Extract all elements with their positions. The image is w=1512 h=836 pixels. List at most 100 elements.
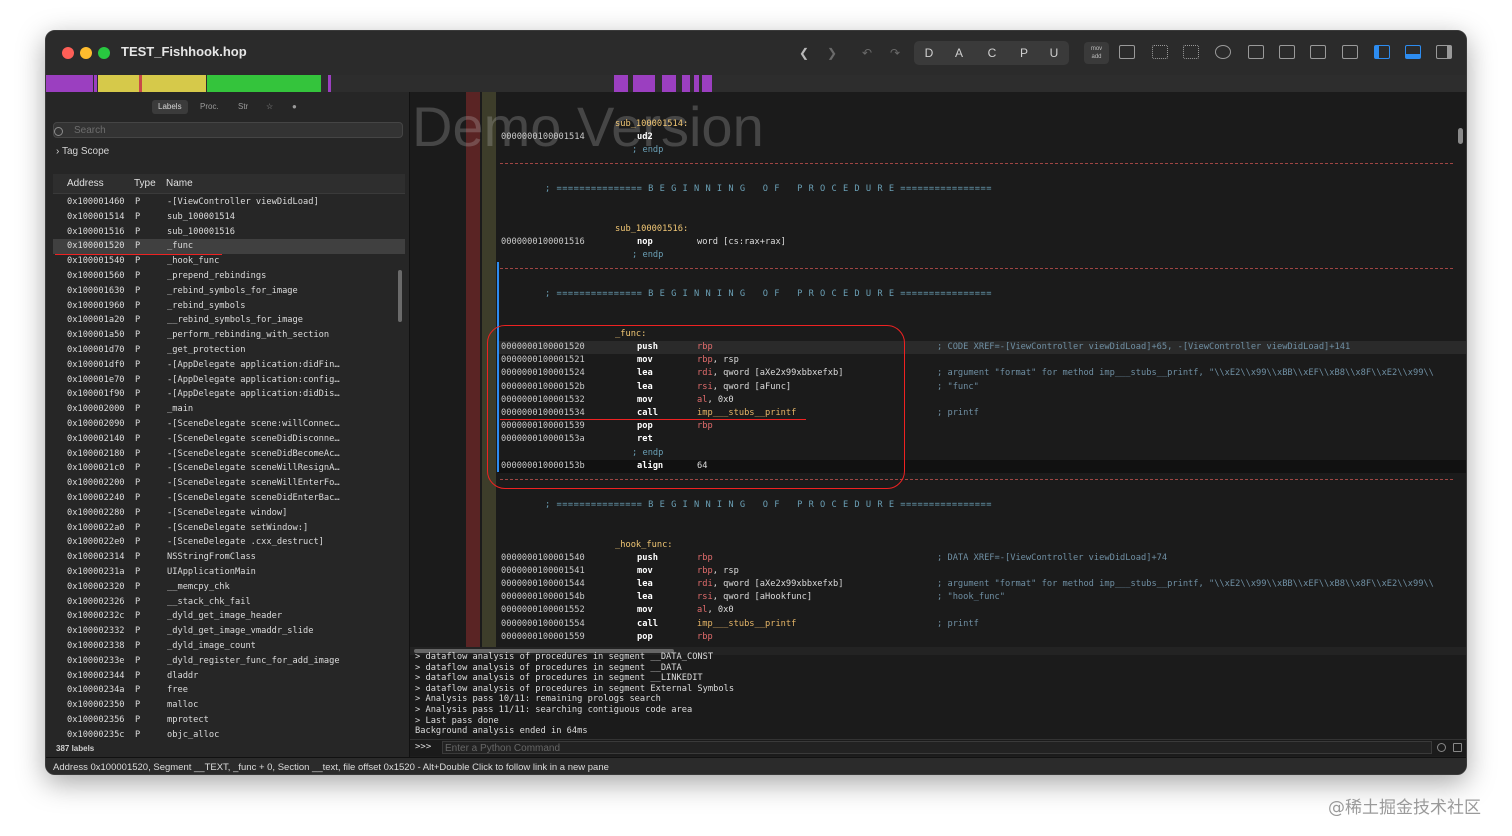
label-row[interactable]: 0x10000231a P UIApplicationMain bbox=[53, 565, 405, 580]
code-line[interactable]: 0000000100001544 lea rdi, qword [aXe2x99xb… bbox=[410, 578, 1450, 591]
label-row[interactable]: 0x100001514 Psub_100001514 bbox=[53, 210, 405, 225]
python-command-input[interactable]: Enter a Python Command bbox=[442, 741, 1432, 754]
nav-segment bbox=[694, 75, 699, 92]
column-name[interactable]: Name bbox=[166, 174, 193, 193]
toggle-bottom-panel-icon[interactable] bbox=[1405, 45, 1421, 59]
code-line[interactable]: ; endp bbox=[410, 249, 1450, 262]
column-address[interactable]: Address bbox=[67, 174, 104, 193]
toggle-right-panel-icon[interactable] bbox=[1436, 45, 1452, 59]
code-line[interactable]: ; endp bbox=[410, 144, 1450, 157]
label-row[interactable]: 0x100002320 P __memcpy_chk bbox=[53, 580, 405, 595]
zoom-window-button[interactable] bbox=[98, 47, 110, 59]
tab-labels[interactable]: Labels bbox=[152, 100, 188, 114]
back-arrow-icon[interactable]: ❮ bbox=[794, 42, 814, 64]
label-row[interactable]: 0x100002000 P _main bbox=[53, 402, 405, 417]
label-row[interactable]: 0x100001f90 P -[AppDelegate application:di… bbox=[53, 387, 405, 402]
document-icon[interactable] bbox=[1342, 45, 1358, 59]
label-row[interactable]: 0x100001540 P _hook_func bbox=[53, 254, 405, 269]
label-row[interactable]: 0x10000234a Pfree bbox=[53, 683, 405, 698]
inspector-icon[interactable] bbox=[1248, 45, 1264, 59]
label-row[interactable]: 0x100002356 Pmprotect bbox=[53, 713, 405, 728]
code-line[interactable]: _hook_func: bbox=[410, 539, 1450, 552]
code-line[interactable]: sub_100001514: bbox=[410, 118, 1450, 131]
label-row[interactable]: 0x100002350 Pmalloc bbox=[53, 698, 405, 713]
label-row[interactable]: 0x100001960 P _rebind_symbols bbox=[53, 299, 405, 314]
sidebar-scrollbar[interactable] bbox=[398, 270, 402, 322]
label-row[interactable]: 0x100002280 P -[SceneDelegate window] bbox=[53, 506, 405, 521]
code-address: 000000010000154b bbox=[501, 592, 585, 603]
procedure-type-button[interactable]: P bbox=[1009, 41, 1039, 65]
label-row[interactable]: 0x100002180 P -[SceneDelegate sceneDidBeco… bbox=[53, 447, 405, 462]
tab-procedures[interactable]: Proc. bbox=[194, 100, 225, 114]
label-row[interactable]: 0x100001df0 P -[AppDelegate application:di… bbox=[53, 358, 405, 373]
tab-bookmarks[interactable]: ☆ bbox=[260, 100, 279, 114]
code-line[interactable]: 0000000100001540 push rbp ; DATA XREF=-[Vie… bbox=[410, 552, 1450, 565]
column-type[interactable]: Type bbox=[134, 174, 156, 193]
label-row[interactable]: 0x100002140 P -[SceneDelegate sceneDidDisc… bbox=[53, 432, 405, 447]
label-row[interactable]: 0x100002332 P _dyld_get_image_vmaddr_slide bbox=[53, 624, 405, 639]
trash-icon[interactable] bbox=[1453, 743, 1462, 752]
code-line[interactable]: ; =============== B E G I N N I N G O F … bbox=[410, 183, 1450, 196]
undo-icon[interactable]: ↶ bbox=[858, 42, 876, 64]
code-line[interactable]: ; =============== B E G I N N I N G O F … bbox=[410, 499, 1450, 512]
segment-navigation-bar[interactable] bbox=[46, 75, 1466, 93]
minimize-window-button[interactable] bbox=[80, 47, 92, 59]
label-row[interactable]: 0x100001520 P _func bbox=[53, 239, 405, 255]
label-row[interactable]: 0x100001516 Psub_100001516 bbox=[53, 225, 405, 240]
label-row[interactable]: 0x10000232c P _dyld_get_image_header bbox=[53, 609, 405, 624]
label-row[interactable]: 0x100001630 P _rebind_symbols_for_image bbox=[53, 284, 405, 299]
close-window-button[interactable] bbox=[62, 47, 74, 59]
label-row[interactable]: 0x100001a20 P __rebind_symbols_for_image bbox=[53, 313, 405, 328]
search-input[interactable]: Search bbox=[53, 122, 403, 138]
info-panel-icon[interactable] bbox=[1310, 45, 1326, 59]
code-type-button[interactable]: C bbox=[977, 41, 1007, 65]
code-vertical-scrollbar[interactable] bbox=[1458, 128, 1463, 144]
label-row[interactable]: 0x100001d70 P _get_protection bbox=[53, 343, 405, 358]
label-row[interactable]: 0x100002326 P __stack_chk_fail bbox=[53, 595, 405, 610]
cfg-graph-icon[interactable] bbox=[1119, 45, 1135, 59]
label-row[interactable]: 0x1000021c0 P -[SceneDelegate sceneWillRes… bbox=[53, 461, 405, 476]
hex-view-icon[interactable] bbox=[1183, 45, 1199, 59]
code-line[interactable]: 0000000100001514 ud2 bbox=[410, 131, 1450, 144]
label-row[interactable]: 0x100002314 P NSStringFromClass bbox=[53, 550, 405, 565]
clear-console-icon[interactable] bbox=[1437, 743, 1446, 752]
code-line[interactable]: ; =============== B E G I N N I N G O F … bbox=[410, 288, 1450, 301]
forward-arrow-icon[interactable]: ❯ bbox=[822, 42, 842, 64]
label-row[interactable]: 0x100002240 P -[SceneDelegate sceneDidEnte… bbox=[53, 491, 405, 506]
redo-icon[interactable]: ↷ bbox=[886, 42, 904, 64]
code-line[interactable]: 000000010000154b lea rsi, qword [aHookfunc… bbox=[410, 591, 1450, 604]
label-row[interactable]: 0x100002090 P -[SceneDelegate scene:willCo… bbox=[53, 417, 405, 432]
toggle-left-panel-icon[interactable] bbox=[1374, 45, 1390, 59]
label-row[interactable]: 0x100001e70 P -[AppDelegate application:co… bbox=[53, 373, 405, 388]
label-row[interactable]: 0x100002338 P _dyld_image_count bbox=[53, 639, 405, 654]
code-line[interactable]: 0000000100001541 mov rbp, rsp bbox=[410, 565, 1450, 578]
label-row[interactable]: 0x100001a50 P _perform_rebinding_with_sect… bbox=[53, 328, 405, 343]
label-row[interactable]: 0x10000233e P _dyld_register_func_for_add_… bbox=[53, 654, 405, 669]
nav-segment bbox=[702, 75, 712, 92]
code-line[interactable]: 0000000100001559 pop rbp bbox=[410, 631, 1450, 644]
console-line: > dataflow analysis of procedures in seg… bbox=[415, 652, 714, 662]
cpu-chip-icon[interactable] bbox=[1215, 45, 1231, 59]
tab-tags[interactable]: ● bbox=[286, 100, 303, 114]
code-line[interactable]: sub_100001516: bbox=[410, 223, 1450, 236]
layout-split-icon[interactable] bbox=[1279, 45, 1295, 59]
tab-strings[interactable]: Str bbox=[232, 100, 254, 114]
assembly-mode-button[interactable]: mov add bbox=[1084, 42, 1109, 64]
label-row[interactable]: 0x100001460 P -[ViewController viewDidLoad… bbox=[53, 195, 405, 210]
label-row[interactable]: 0x100002200 P -[SceneDelegate sceneWillEnt… bbox=[53, 476, 405, 491]
label-address: 0x100002344 bbox=[67, 670, 125, 681]
label-row[interactable]: 0x1000022a0 P -[SceneDelegate setWindow:] bbox=[53, 521, 405, 536]
tag-scope-disclosure[interactable]: › Tag Scope bbox=[56, 146, 109, 157]
label-row[interactable]: 0x100002344 Pdladdr bbox=[53, 669, 405, 684]
nav-segment bbox=[207, 75, 321, 92]
undefined-type-button[interactable]: U bbox=[1039, 41, 1069, 65]
pseudo-code-icon[interactable] bbox=[1152, 45, 1168, 59]
data-type-button[interactable]: D bbox=[914, 41, 944, 65]
label-row[interactable]: 0x100001560 P _prepend_rebindings bbox=[53, 269, 405, 284]
code-line[interactable]: 0000000100001552 mov al, 0x0 bbox=[410, 604, 1450, 617]
code-line[interactable]: 0000000100001516 nop word [cs:rax+rax] bbox=[410, 236, 1450, 249]
ascii-type-button[interactable]: A bbox=[944, 41, 974, 65]
label-row[interactable]: 0x10000235c Pobjc_alloc bbox=[53, 728, 405, 743]
code-line[interactable]: 0000000100001554 call imp___stubs__printf;… bbox=[410, 618, 1450, 631]
label-row[interactable]: 0x1000022e0 P -[SceneDelegate .cxx_destruc… bbox=[53, 535, 405, 550]
